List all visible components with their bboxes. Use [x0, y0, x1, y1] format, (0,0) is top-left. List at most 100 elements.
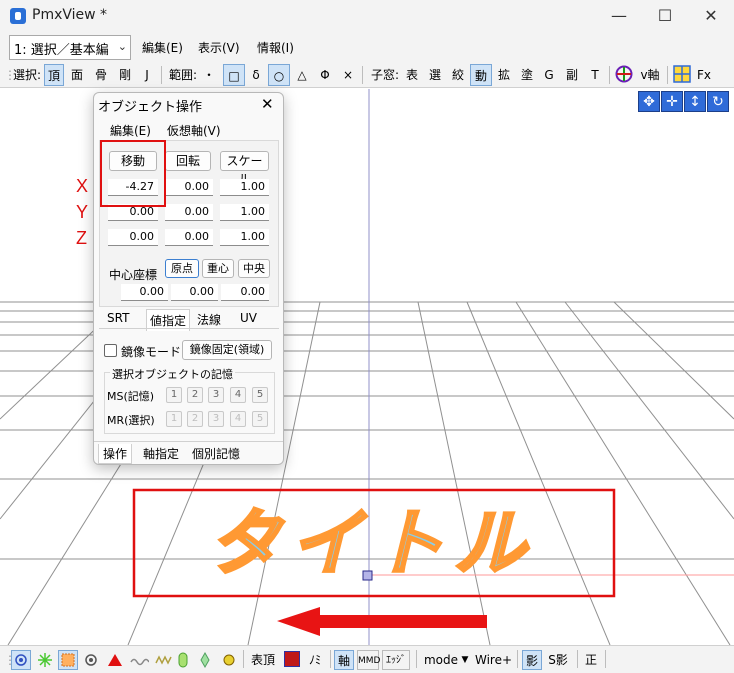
range-triangle-button[interactable]: △: [293, 64, 311, 86]
rotate-x-input[interactable]: 0.00: [165, 179, 213, 196]
child-group-button[interactable]: G: [541, 64, 557, 86]
statusbar-separator: [577, 650, 578, 668]
center-y-input[interactable]: 0.00: [171, 284, 218, 301]
mr-slot-3[interactable]: 3: [208, 411, 224, 427]
ms-slot-3[interactable]: 3: [208, 387, 224, 403]
dialog-close-icon[interactable]: ✕: [261, 95, 274, 113]
mr-slot-4[interactable]: 4: [230, 411, 246, 427]
pan-icon[interactable]: ✥: [638, 91, 660, 112]
tab-srt[interactable]: SRT: [107, 311, 129, 325]
mr-slot-2[interactable]: 2: [187, 411, 203, 427]
mode-dropdown[interactable]: mode: [423, 650, 459, 670]
axis-toggle-button[interactable]: 軸: [334, 650, 354, 670]
mr-slot-1[interactable]: 1: [166, 411, 182, 427]
centroid-button[interactable]: 重心: [202, 259, 234, 278]
mirror-fixed-button[interactable]: 鏡像固定(領域): [182, 340, 272, 360]
crosshair-axis-icon[interactable]: [615, 65, 633, 83]
rotate-icon[interactable]: ↻: [707, 91, 729, 112]
mmd-button[interactable]: MMD: [357, 650, 380, 670]
select-joint-button[interactable]: J: [138, 64, 156, 86]
ms-slot-5[interactable]: 5: [252, 387, 268, 403]
select-vertex-button[interactable]: 頂: [44, 64, 64, 86]
center-button[interactable]: 中央: [238, 259, 270, 278]
mode-select[interactable]: 1: 選択／基本編 ⌄: [9, 35, 131, 60]
origin-button[interactable]: 原点: [165, 259, 199, 278]
ortho-button[interactable]: 正: [582, 650, 600, 670]
tab-axis-spec[interactable]: 軸指定: [143, 445, 179, 462]
close-button[interactable]: ✕: [688, 0, 734, 32]
range-rect-button[interactable]: □: [223, 64, 245, 86]
mode-dropdown-arrow-icon[interactable]: ▼: [459, 650, 471, 670]
range-circle-button[interactable]: ○: [268, 64, 290, 86]
select-face-button[interactable]: 面: [67, 64, 87, 86]
tab-normal[interactable]: 法線: [197, 311, 221, 328]
child-paint-button[interactable]: 塗: [518, 64, 536, 86]
ms-slot-2[interactable]: 2: [187, 387, 203, 403]
child-scale-button[interactable]: 拡: [495, 64, 513, 86]
scale-z-input[interactable]: 1.00: [220, 229, 269, 246]
menu-view[interactable]: 表示(V): [198, 39, 240, 56]
tab-operation[interactable]: 操作: [98, 444, 133, 464]
ms-slot-1[interactable]: 1: [166, 387, 182, 403]
child-move-button[interactable]: 動: [470, 64, 492, 86]
range-delta-button[interactable]: δ: [248, 64, 264, 86]
edge-button[interactable]: ｴｯｼﾞ: [382, 650, 410, 670]
self-shadow-button[interactable]: S影: [546, 650, 570, 670]
child-table-button[interactable]: 表: [403, 64, 421, 86]
scale-button[interactable]: スケール: [220, 151, 269, 186]
rotate-button[interactable]: 回転: [165, 151, 211, 171]
center-x-input[interactable]: 0.00: [121, 284, 168, 301]
scene-title-text[interactable]: タイトル: [142, 498, 602, 588]
range-point-button[interactable]: ・: [202, 64, 216, 86]
range-phi-button[interactable]: Φ: [316, 64, 334, 86]
toolbar-separator: [609, 66, 610, 84]
select-bone-button[interactable]: 骨: [91, 64, 111, 86]
grid-icon[interactable]: [673, 65, 691, 83]
move-z-input[interactable]: 0.00: [108, 229, 158, 246]
capsule-icon[interactable]: [176, 651, 190, 669]
menu-edit[interactable]: 編集(E): [142, 39, 183, 56]
scale-y-input[interactable]: 1.00: [220, 204, 269, 221]
no-button[interactable]: ﾉﾐ: [306, 650, 324, 670]
wire-button[interactable]: Wire+: [475, 650, 512, 670]
move-icon[interactable]: ✛: [661, 91, 683, 112]
zoom-icon[interactable]: ↕: [684, 91, 706, 112]
select-label: 選択:: [12, 68, 42, 82]
minimize-button[interactable]: —: [596, 0, 642, 32]
fx-button[interactable]: Fx: [695, 64, 713, 86]
mesh-display-icon[interactable]: [58, 650, 78, 670]
tab-individual-memory[interactable]: 個別記憶: [192, 445, 240, 462]
memory-title: 選択オブジェクトの記憶: [110, 366, 235, 382]
child-filter-button[interactable]: 絞: [449, 64, 467, 86]
scale-x-input[interactable]: 1.00: [220, 179, 269, 196]
mr-slot-5[interactable]: 5: [252, 411, 268, 427]
ms-slot-4[interactable]: 4: [230, 387, 246, 403]
shadow-toggle-button[interactable]: 影: [522, 650, 542, 670]
soft-body-icon[interactable]: [220, 651, 238, 669]
zigzag-icon[interactable]: [154, 651, 172, 669]
rotate-y-input[interactable]: 0.00: [165, 204, 213, 221]
dialog-menu-edit[interactable]: 編集(E): [110, 122, 151, 139]
color-swatch-icon[interactable]: [284, 651, 300, 667]
child-select-button[interactable]: 選: [426, 64, 444, 86]
range-clear-button[interactable]: ×: [340, 64, 356, 86]
sparkle-icon[interactable]: [36, 651, 54, 669]
table-vertex-button[interactable]: 表頂: [249, 650, 277, 670]
wave-icon[interactable]: [129, 651, 150, 669]
maximize-button[interactable]: ☐: [642, 0, 688, 32]
child-sub-button[interactable]: 副: [563, 64, 581, 86]
center-z-input[interactable]: 0.00: [221, 284, 269, 301]
select-rigid-button[interactable]: 剛: [115, 64, 135, 86]
child-t-button[interactable]: T: [587, 64, 603, 86]
menu-info[interactable]: 情報(I): [257, 39, 294, 56]
dialog-menu-virtual-axis[interactable]: 仮想軸(V): [167, 122, 221, 139]
vertex-display-icon[interactable]: [11, 650, 31, 670]
v-axis-button[interactable]: v軸: [638, 64, 662, 86]
tab-uv[interactable]: UV: [240, 311, 257, 325]
mirror-mode-checkbox[interactable]: [104, 344, 117, 357]
joint-icon[interactable]: [198, 651, 212, 669]
target-icon[interactable]: [82, 651, 100, 669]
statusbar-separator: [243, 650, 244, 668]
red-triangle-icon[interactable]: [106, 651, 124, 669]
rotate-z-input[interactable]: 0.00: [165, 229, 213, 246]
